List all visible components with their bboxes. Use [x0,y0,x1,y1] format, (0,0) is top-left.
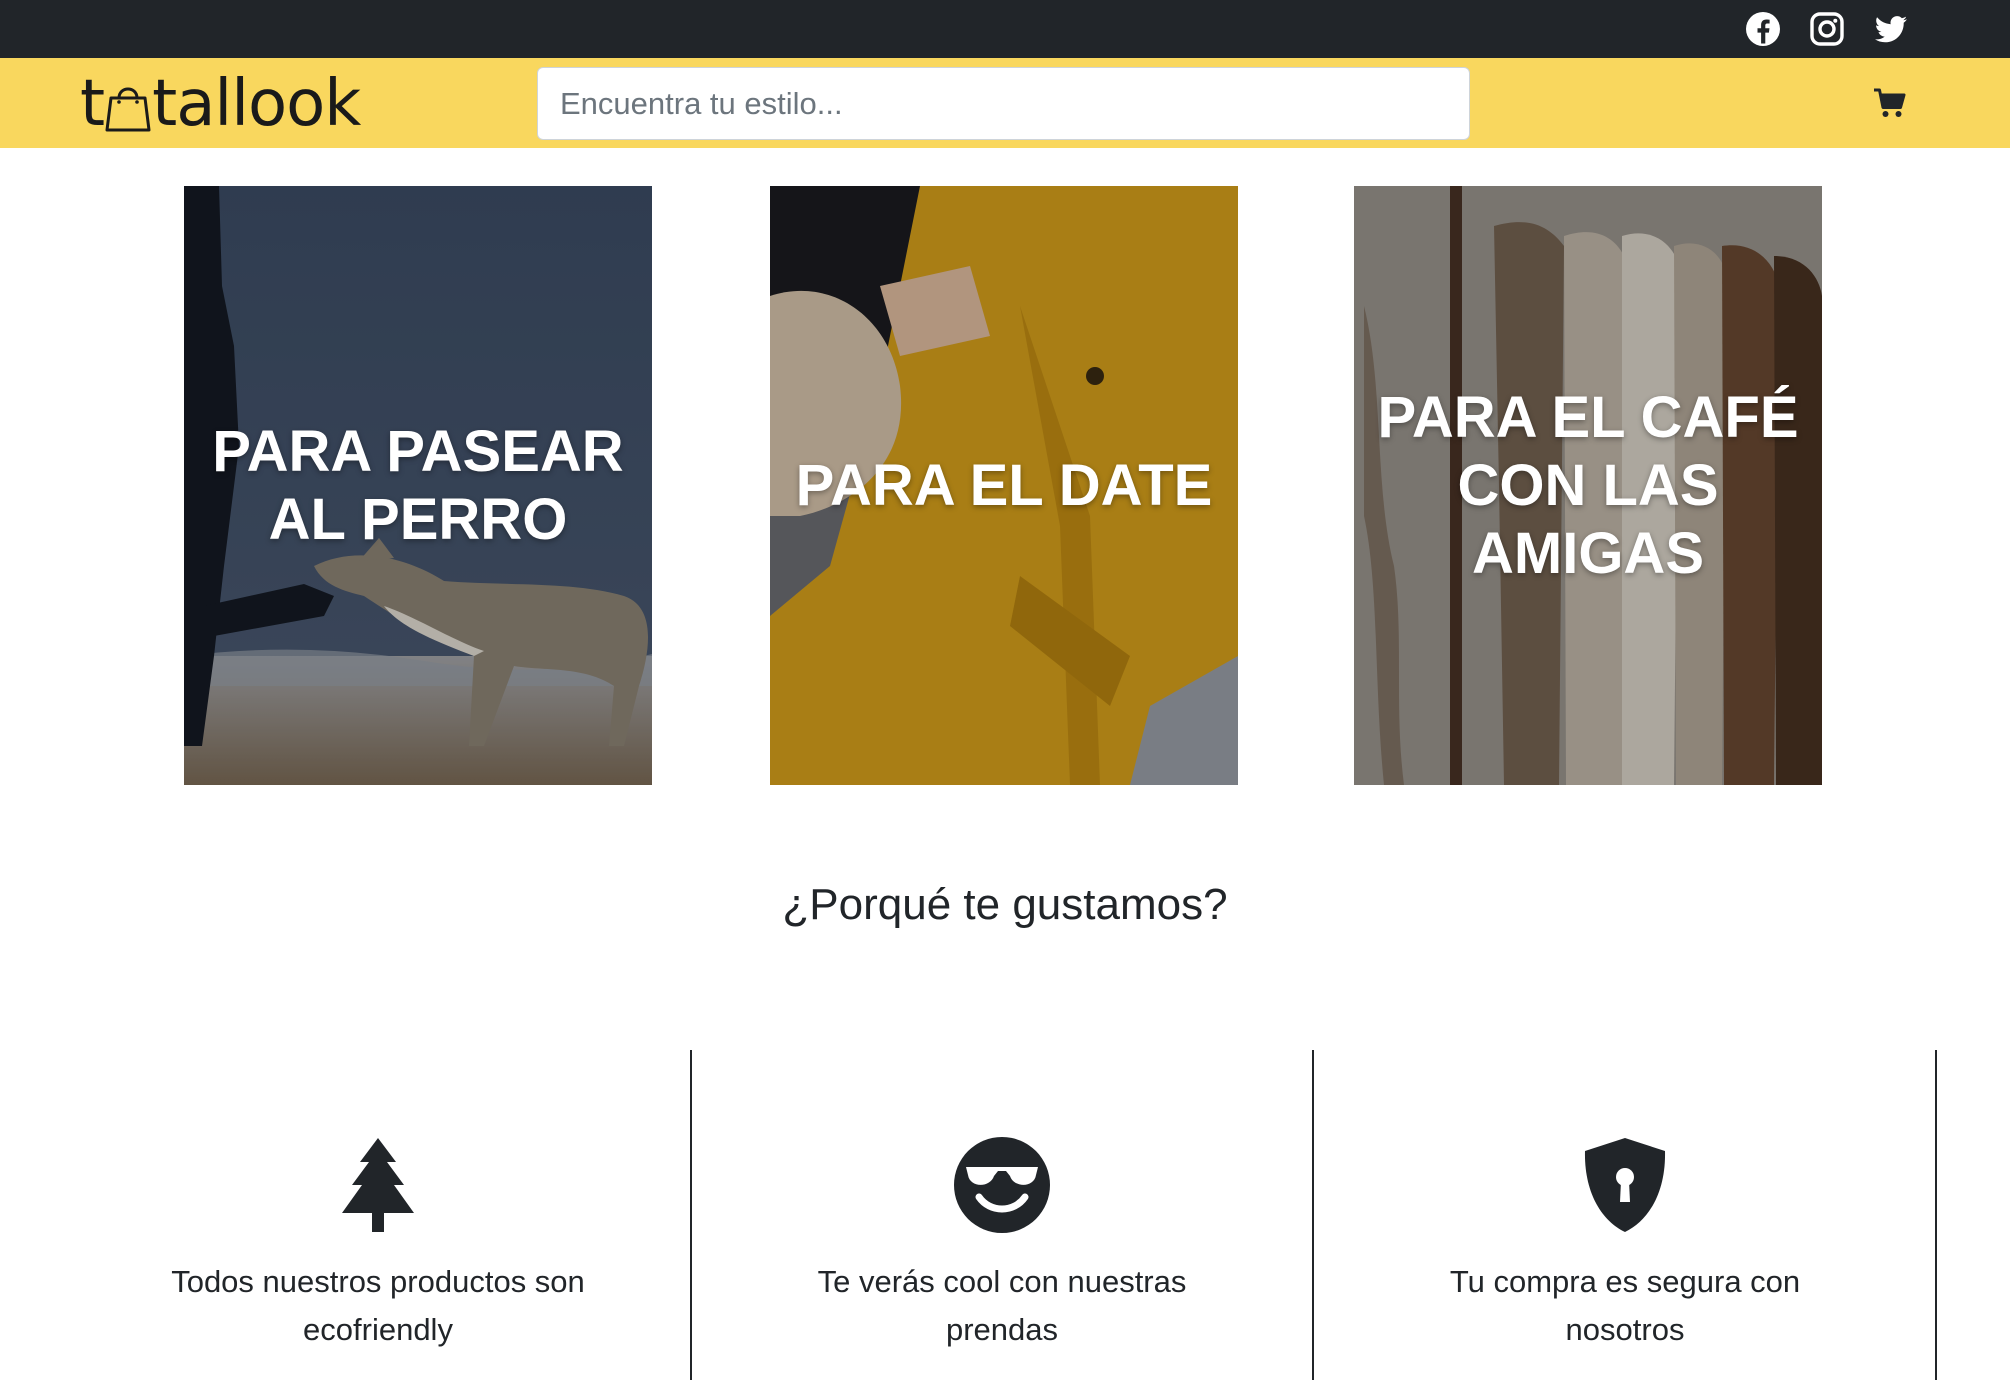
logo-suffix: tallook [152,67,361,141]
column-divider [1935,1050,1937,1380]
brand-logo[interactable]: t tallook [80,66,361,142]
navbar: t tallook [0,58,2010,148]
feature-text-ecofriendly: Todos nuestros productos son ecofriendly [171,1264,585,1347]
instagram-icon[interactable] [1807,9,1847,49]
category-title: PARA EL CAFÉ CON LAS AMIGAS [1377,384,1799,586]
top-bar [0,0,2010,58]
category-title: PARA PASEAR AL PERRO [212,418,624,552]
category-card-coffee[interactable]: PARA EL CAFÉ CON LAS AMIGAS [1354,186,1822,785]
column-divider [690,1050,692,1380]
shopping-bag-icon [105,87,151,132]
section-title: ¿Porqué te gustamos? [782,880,1228,929]
facebook-icon[interactable] [1743,9,1783,49]
smile-sunglasses-icon [954,1137,1050,1233]
twitter-icon[interactable] [1871,9,1911,49]
cart-icon[interactable] [1873,86,1907,120]
category-card-dog-walk[interactable]: PARA PASEAR AL PERRO [184,186,652,785]
column-divider [1312,1050,1314,1380]
feature-text-cool: Te verás cool con nuestras prendas [817,1264,1187,1347]
category-card-date[interactable]: PARA EL DATE [770,186,1238,785]
feature-text-secure: Tu compra es segura con nosotros [1449,1264,1801,1347]
tree-icon [342,1138,414,1232]
category-title: PARA EL DATE [795,452,1213,518]
shield-lock-icon [1584,1138,1666,1232]
search-input[interactable] [537,67,1470,140]
logo-prefix: t [80,67,105,141]
